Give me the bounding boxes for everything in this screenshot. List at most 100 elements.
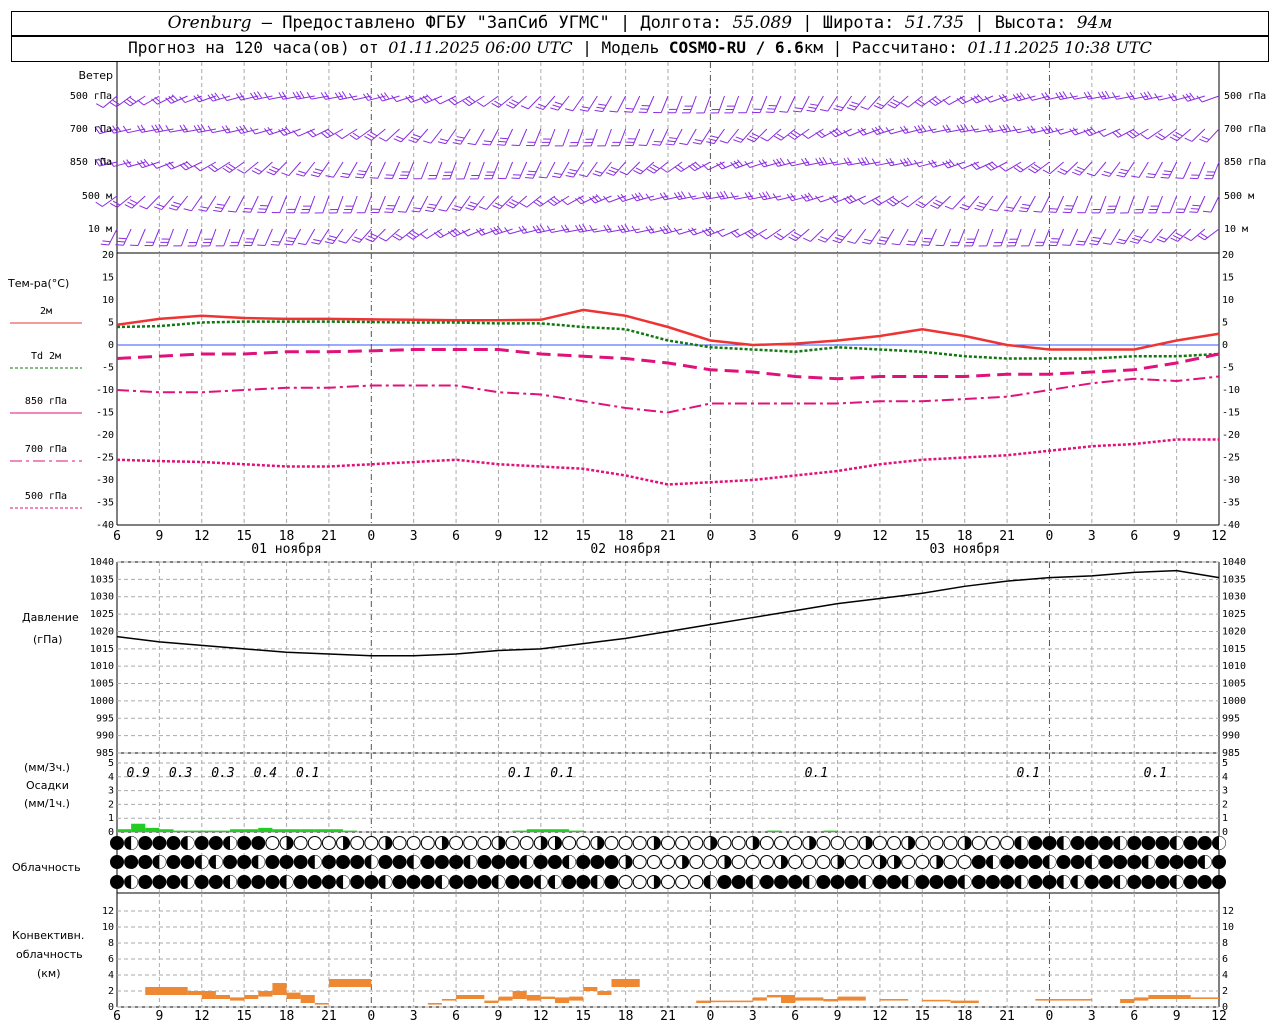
wind-barb-flag [589, 225, 595, 233]
wind-barb-flag [819, 109, 828, 112]
wind-barb-flag [680, 191, 687, 199]
cloud-symbol [420, 836, 435, 850]
conv-axis-tick-2: 12 [194, 1009, 210, 1024]
wind-barb-flag [901, 102, 909, 108]
cloud-half [540, 836, 548, 850]
cloud-symbol [971, 855, 986, 869]
cloud-symbol [774, 836, 789, 850]
wind-barb-shaft [445, 128, 457, 145]
wind-barb-flag [723, 190, 729, 199]
wind-barb-flag [890, 101, 898, 107]
cloud-symbol [110, 875, 124, 889]
wind-barb-flag [1156, 238, 1165, 243]
wind-barb-flag [849, 194, 857, 201]
wind-barb-flag [165, 124, 171, 133]
wind-barb-flag [395, 233, 403, 239]
wind-barb-flag [900, 202, 909, 208]
precip-bar [1021, 831, 1036, 832]
cloud-half [781, 855, 788, 869]
wind-barb-flag [281, 91, 287, 99]
temp-title: Тем-ра(°C) [7, 277, 69, 290]
conv-axis-tick-5: 21 [321, 1009, 337, 1024]
wind-barb-flag [847, 157, 853, 165]
wind-barb-shaft [813, 95, 824, 112]
cloud-symbol [321, 875, 336, 889]
conv-axis-tick-25: 9 [1173, 1009, 1181, 1024]
wind-barb-shaft [405, 195, 415, 213]
wind-barb-flag [520, 105, 529, 110]
wind-barb [370, 195, 386, 214]
wind-barb-flag [857, 158, 863, 166]
wind-barb-flag [561, 199, 568, 206]
wind-barb-shaft [717, 95, 725, 114]
wind-barb-flag [1147, 173, 1156, 176]
wind-barb-flag [978, 202, 987, 206]
temp-axis-tick-11: 15 [575, 529, 591, 544]
wind-barb [250, 91, 273, 101]
wind-barb [1062, 228, 1079, 246]
wind-barb-flag [876, 242, 885, 245]
conv-axis-tick-11: 15 [575, 1009, 591, 1024]
temperature-lines [10, 308, 1220, 509]
precip-total: 0.1 [508, 766, 531, 781]
wind-barb-flag [1097, 130, 1105, 137]
wind-barb-shaft [693, 228, 711, 236]
wind-barb-flag [1091, 240, 1100, 243]
cloud-symbol [449, 836, 464, 850]
conv-axis-tick-10: 12 [533, 1009, 549, 1024]
wind-barb-flag [660, 167, 668, 173]
pres-ytick-left: 1020 [90, 626, 114, 637]
temp-axis-tick-23: 3 [1088, 529, 1096, 544]
wind-barb [173, 228, 189, 247]
wind-barb-shaft [279, 195, 288, 213]
conv-bar [512, 991, 527, 999]
wind-barb [1018, 195, 1036, 213]
wind-barb-flag [1101, 173, 1110, 177]
wind-barb-flag [409, 232, 417, 238]
wind-barb [772, 157, 796, 167]
precip-ytick-right: 4 [1222, 772, 1228, 783]
wind-barb-flag [310, 174, 319, 178]
conv-bar [427, 1003, 442, 1005]
wind-barb-flag [1048, 211, 1057, 213]
wind-barb-flag [843, 158, 849, 166]
wind-barb-flag [214, 206, 223, 210]
conv-axis-tick-16: 6 [791, 1009, 799, 1024]
cloud-symbol [1155, 855, 1170, 869]
wind-barb [405, 94, 428, 103]
wind-barb-flag [961, 204, 970, 208]
wind-barb-flag [652, 144, 661, 146]
wind-level-right: 10 м [1224, 224, 1248, 235]
wind-barb-flag [837, 234, 845, 238]
wind-barb-flag [914, 101, 923, 107]
wind-barb-shaft [1127, 195, 1135, 214]
wind-barb-flag [603, 225, 609, 233]
temp-ytick-right: 5 [1222, 318, 1228, 329]
wind-barb [109, 95, 132, 108]
wind-barb-flag [779, 111, 788, 113]
cloud-symbol [604, 855, 619, 869]
wind-barb-flag [705, 191, 711, 199]
wind-barb [427, 161, 443, 180]
wind-barb-flag [787, 134, 795, 140]
temp-axis-tick-19: 15 [914, 529, 930, 544]
wind-barb-flag [665, 143, 674, 146]
wind-barb-shaft [602, 95, 612, 112]
pres-ytick-right: 1010 [1222, 661, 1246, 672]
wind-barb-flag [287, 237, 296, 240]
wind-barb [1175, 195, 1192, 214]
wind-barb [914, 124, 937, 134]
wind-barb-shaft [773, 95, 782, 113]
wind-barb-flag [328, 235, 337, 239]
wind-barb-flag [1143, 239, 1152, 244]
wind-barb-flag [917, 99, 925, 105]
wind-barb-shaft [618, 128, 627, 146]
wind-barb [1148, 195, 1163, 214]
wind-barb [378, 128, 400, 142]
wind-barb-flag [1158, 133, 1166, 139]
pres-ytick-left: 1030 [90, 592, 114, 603]
precip-ytick-left: 5 [108, 758, 114, 769]
pres-ytick-right: 1025 [1222, 609, 1246, 620]
temp-ytick-left: 5 [108, 318, 114, 329]
wind-barb-shaft [161, 195, 174, 210]
